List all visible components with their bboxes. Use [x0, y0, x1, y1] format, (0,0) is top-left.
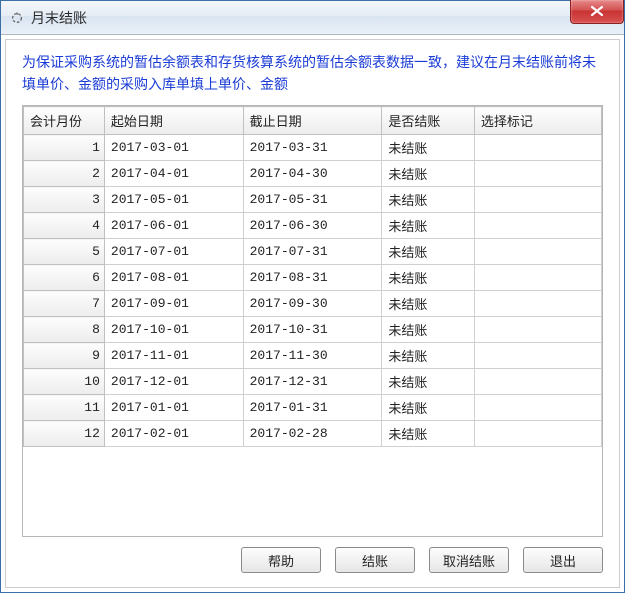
cell-end: 2017-04-30 — [243, 161, 382, 187]
month-close-table: 会计月份 起始日期 截止日期 是否结账 选择标记 12017-03-012017… — [23, 106, 602, 447]
table-row[interactable]: 82017-10-012017-10-31未结账 — [24, 317, 602, 343]
cell-month: 3 — [24, 187, 105, 213]
cell-month: 2 — [24, 161, 105, 187]
col-header-mark[interactable]: 选择标记 — [474, 107, 601, 135]
cell-start: 2017-11-01 — [104, 343, 243, 369]
cell-end: 2017-08-31 — [243, 265, 382, 291]
cell-status: 未结账 — [382, 421, 474, 447]
cell-mark — [474, 291, 601, 317]
data-grid[interactable]: 会计月份 起始日期 截止日期 是否结账 选择标记 12017-03-012017… — [22, 105, 603, 537]
col-header-start[interactable]: 起始日期 — [104, 107, 243, 135]
cell-end: 2017-07-31 — [243, 239, 382, 265]
cell-status: 未结账 — [382, 161, 474, 187]
cell-start: 2017-05-01 — [104, 187, 243, 213]
title-bar: 月末结账 — [1, 1, 624, 35]
cell-month: 5 — [24, 239, 105, 265]
cell-end: 2017-05-31 — [243, 187, 382, 213]
cell-mark — [474, 239, 601, 265]
cell-month: 9 — [24, 343, 105, 369]
cell-status: 未结账 — [382, 239, 474, 265]
cell-status: 未结账 — [382, 369, 474, 395]
cell-month: 12 — [24, 421, 105, 447]
cell-end: 2017-02-28 — [243, 421, 382, 447]
instruction-text: 为保证采购系统的暂估余额表和存货核算系统的暂估余额表数据一致，建议在月末结账前将… — [22, 52, 603, 95]
help-button[interactable]: 帮助 — [241, 547, 321, 573]
table-row[interactable]: 32017-05-012017-05-31未结账 — [24, 187, 602, 213]
table-row[interactable]: 12017-03-012017-03-31未结账 — [24, 135, 602, 161]
cell-mark — [474, 187, 601, 213]
col-header-end[interactable]: 截止日期 — [243, 107, 382, 135]
table-row[interactable]: 42017-06-012017-06-30未结账 — [24, 213, 602, 239]
cancel-close-button[interactable]: 取消结账 — [429, 547, 509, 573]
exit-button[interactable]: 退出 — [523, 547, 603, 573]
cell-end: 2017-09-30 — [243, 291, 382, 317]
cell-start: 2017-07-01 — [104, 239, 243, 265]
table-row[interactable]: 62017-08-012017-08-31未结账 — [24, 265, 602, 291]
col-header-status[interactable]: 是否结账 — [382, 107, 474, 135]
cell-mark — [474, 213, 601, 239]
cell-mark — [474, 317, 601, 343]
cell-status: 未结账 — [382, 265, 474, 291]
cell-month: 4 — [24, 213, 105, 239]
cell-status: 未结账 — [382, 395, 474, 421]
cell-status: 未结账 — [382, 135, 474, 161]
cell-month: 8 — [24, 317, 105, 343]
cell-mark — [474, 161, 601, 187]
close-icon — [590, 4, 604, 20]
cell-mark — [474, 421, 601, 447]
table-row[interactable]: 52017-07-012017-07-31未结账 — [24, 239, 602, 265]
cell-end: 2017-03-31 — [243, 135, 382, 161]
cell-mark — [474, 369, 601, 395]
cell-start: 2017-06-01 — [104, 213, 243, 239]
table-row[interactable]: 102017-12-012017-12-31未结账 — [24, 369, 602, 395]
cell-month: 7 — [24, 291, 105, 317]
cell-start: 2017-12-01 — [104, 369, 243, 395]
cell-status: 未结账 — [382, 317, 474, 343]
cell-mark — [474, 343, 601, 369]
header-row: 会计月份 起始日期 截止日期 是否结账 选择标记 — [24, 107, 602, 135]
cell-end: 2017-12-31 — [243, 369, 382, 395]
close-button[interactable] — [570, 0, 624, 24]
cell-start: 2017-02-01 — [104, 421, 243, 447]
cell-start: 2017-08-01 — [104, 265, 243, 291]
cell-status: 未结账 — [382, 343, 474, 369]
cell-end: 2017-06-30 — [243, 213, 382, 239]
cell-end: 2017-10-31 — [243, 317, 382, 343]
table-row[interactable]: 92017-11-012017-11-30未结账 — [24, 343, 602, 369]
cell-mark — [474, 265, 601, 291]
cell-month: 10 — [24, 369, 105, 395]
cell-start: 2017-04-01 — [104, 161, 243, 187]
cell-status: 未结账 — [382, 213, 474, 239]
cell-month: 6 — [24, 265, 105, 291]
cell-start: 2017-03-01 — [104, 135, 243, 161]
content-area: 为保证采购系统的暂估余额表和存货核算系统的暂估余额表数据一致，建议在月末结账前将… — [5, 39, 620, 588]
cell-end: 2017-01-31 — [243, 395, 382, 421]
window-title: 月末结账 — [31, 8, 87, 28]
cell-end: 2017-11-30 — [243, 343, 382, 369]
table-row[interactable]: 112017-01-012017-01-31未结账 — [24, 395, 602, 421]
cell-status: 未结账 — [382, 187, 474, 213]
cell-start: 2017-01-01 — [104, 395, 243, 421]
cell-start: 2017-09-01 — [104, 291, 243, 317]
cell-status: 未结账 — [382, 291, 474, 317]
table-row[interactable]: 122017-02-012017-02-28未结账 — [24, 421, 602, 447]
cell-mark — [474, 135, 601, 161]
cell-month: 1 — [24, 135, 105, 161]
cell-month: 11 — [24, 395, 105, 421]
table-row[interactable]: 72017-09-012017-09-30未结账 — [24, 291, 602, 317]
cell-mark — [474, 395, 601, 421]
button-bar: 帮助 结账 取消结账 退出 — [22, 537, 603, 577]
app-icon — [9, 10, 25, 26]
close-account-button[interactable]: 结账 — [335, 547, 415, 573]
col-header-month[interactable]: 会计月份 — [24, 107, 105, 135]
window: 月末结账 为保证采购系统的暂估余额表和存货核算系统的暂估余额表数据一致，建议在月… — [0, 0, 625, 593]
table-row[interactable]: 22017-04-012017-04-30未结账 — [24, 161, 602, 187]
cell-start: 2017-10-01 — [104, 317, 243, 343]
